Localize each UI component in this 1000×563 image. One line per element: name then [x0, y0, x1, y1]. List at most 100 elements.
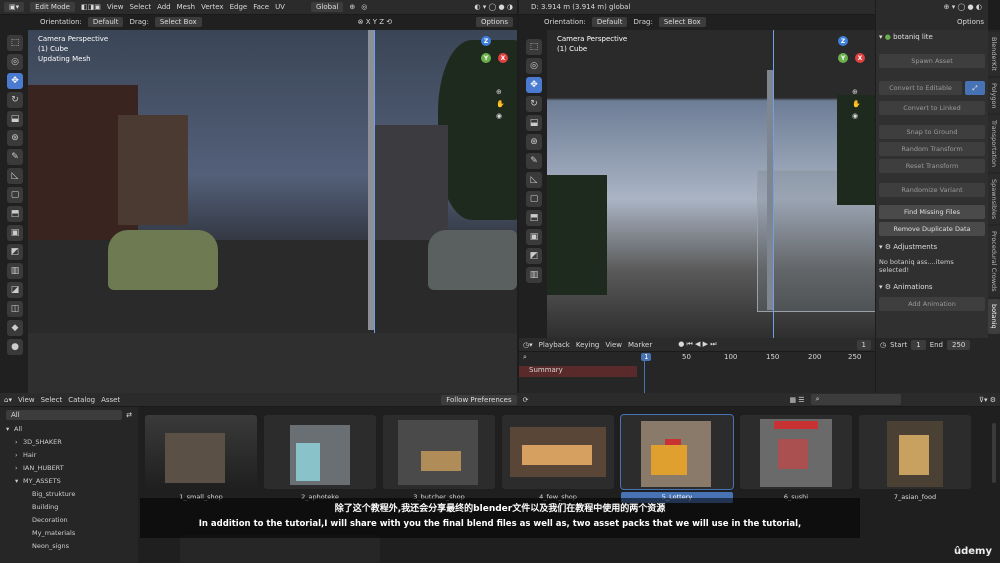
left-viewport[interactable]: ▣▾ Edit Mode ◧◨▣ View Select Add Mesh Ve… [0, 0, 517, 393]
catalog-item[interactable]: › Hair [6, 449, 138, 462]
move-tool-icon[interactable]: ✥ [526, 77, 542, 93]
knife-tool-icon[interactable]: ◪ [7, 282, 23, 298]
header-icons[interactable]: ⊕ ▾ ◯ ● ◐ [944, 3, 982, 11]
smooth-tool-icon[interactable]: ◆ [7, 320, 23, 336]
clock-icon[interactable]: ◷▾ [523, 341, 533, 349]
camera-icon[interactable]: ◉ [496, 112, 512, 120]
navigation-gizmo[interactable]: Z Y X [466, 36, 510, 80]
menu-view[interactable]: View [107, 3, 124, 11]
gizmo-x-axis[interactable]: X [855, 53, 865, 63]
menu-face[interactable]: Face [253, 3, 269, 11]
options-dropdown[interactable]: Options [957, 18, 984, 26]
loop-cut-tool-icon[interactable]: ▥ [526, 267, 542, 283]
catalog-item[interactable]: Neon_signs [6, 540, 138, 553]
gizmo-z-axis[interactable]: Z [838, 36, 848, 46]
asset-tile-few-shop[interactable]: 4_few_shop [502, 415, 614, 505]
navigation-gizmo[interactable]: Z Y X [823, 36, 867, 80]
asset-tile-sushi[interactable]: 6_sushi [740, 415, 852, 505]
tab-blenderkit[interactable]: BlenderKit [988, 32, 1000, 76]
tab-procedural-crowds[interactable]: Procedural Crowds [988, 226, 1000, 298]
adjustments-header[interactable]: ▾ ⚙ Adjustments [879, 240, 985, 254]
gizmo-y-axis[interactable]: Y [481, 53, 491, 63]
menu-edge[interactable]: Edge [230, 3, 248, 11]
menu-mesh[interactable]: Mesh [177, 3, 195, 11]
extrude-tool-icon[interactable]: ⬒ [526, 210, 542, 226]
menu-view[interactable]: View [605, 341, 622, 349]
extrude-tool-icon[interactable]: ⬒ [7, 206, 23, 222]
asset-tile-butcher-shop[interactable]: 3_butcher_shop [383, 415, 495, 505]
spawn-asset-button[interactable]: Spawn Asset [879, 54, 985, 68]
transform-tool-icon[interactable]: ⊛ [7, 130, 23, 146]
scale-tool-icon[interactable]: ⬓ [526, 115, 542, 131]
orientation-dropdown[interactable]: Default [87, 17, 124, 27]
viewport-scene[interactable] [28, 30, 517, 393]
convert-to-linked-button[interactable]: Convert to Linked [879, 101, 985, 115]
cursor-tool-icon[interactable]: ◎ [7, 54, 23, 70]
measure-tool-icon[interactable]: ◺ [7, 168, 23, 184]
select-mode-icons[interactable]: ◧◨▣ [81, 3, 101, 11]
catalog-item[interactable]: › 3D_SHAKER [6, 436, 138, 449]
reset-transform-button[interactable]: Reset Transform [879, 159, 985, 173]
menu-select[interactable]: Select [41, 396, 63, 404]
drag-dropdown[interactable]: Select Box [154, 17, 202, 27]
catalog-item[interactable]: ▾ All [6, 423, 138, 436]
catalog-options-icon[interactable]: ⇄ [126, 411, 132, 419]
convert-toggle-icon[interactable]: ⤢ [965, 81, 985, 95]
menu-catalog[interactable]: Catalog [68, 396, 95, 404]
mode-dropdown[interactable]: Edit Mode [30, 2, 75, 12]
add-animation-button[interactable]: Add Animation [879, 297, 985, 311]
select-box-tool-icon[interactable]: ⬚ [7, 35, 23, 51]
tab-spawnsibles[interactable]: Spawnsibles [988, 174, 1000, 225]
playback-controls[interactable]: ● ⏮ ◀ ▶ ⏭ [678, 340, 716, 349]
expand-arrow-icon[interactable]: ▾ [15, 475, 23, 488]
shrink-tool-icon[interactable]: ● [7, 339, 23, 355]
orientation-dropdown[interactable]: Default [591, 17, 628, 27]
snap-icon[interactable]: ⊕ [349, 3, 355, 11]
expand-arrow-icon[interactable]: › [15, 436, 23, 449]
library-dropdown[interactable]: Follow Preferences [441, 394, 517, 405]
gizmo-z-axis[interactable]: Z [481, 36, 491, 46]
current-frame-field[interactable]: 1 [856, 339, 871, 350]
playhead-line[interactable] [644, 353, 645, 393]
zoom-icon[interactable]: ⊕ [496, 88, 512, 96]
rotate-tool-icon[interactable]: ↻ [7, 92, 23, 108]
add-cube-tool-icon[interactable]: ▢ [526, 191, 542, 207]
asset-search-field[interactable]: ⌕ [810, 394, 901, 405]
menu-marker[interactable]: Marker [628, 341, 652, 349]
overlay-icon[interactable]: ◐ ▾ ◯ ● ◑ [474, 3, 513, 11]
summary-row[interactable]: Summary [519, 366, 637, 377]
options-dropdown[interactable]: Options [475, 17, 513, 27]
end-frame-field[interactable]: 250 [947, 340, 971, 350]
menu-asset[interactable]: Asset [101, 396, 120, 404]
view-toggle-icons[interactable]: ▦ ☰ [789, 396, 804, 404]
menu-playback[interactable]: Playback [539, 341, 570, 349]
editor-type-button[interactable]: ▣▾ [4, 2, 25, 12]
frame-marker-current[interactable]: 1 [641, 353, 652, 361]
menu-vertex[interactable]: Vertex [201, 3, 224, 11]
rotate-tool-icon[interactable]: ↻ [526, 96, 542, 112]
find-missing-files-button[interactable]: Find Missing Files [879, 205, 985, 219]
remove-duplicate-data-button[interactable]: Remove Duplicate Data [879, 222, 985, 236]
filter-icon[interactable]: ⊽▾ ⚙ [979, 396, 996, 404]
tab-botaniq[interactable]: botaniq [988, 299, 1000, 334]
catalog-item[interactable]: Big_strukture [6, 488, 138, 501]
asset-tile-small-shop[interactable]: 1_small_shop [145, 415, 257, 505]
add-cube-tool-icon[interactable]: ▢ [7, 187, 23, 203]
timeline-ruler[interactable]: ⌕ 1 50 100 150 200 250 [519, 353, 875, 365]
catalog-item[interactable]: ▾ MY_ASSETS [6, 475, 138, 488]
scrollbar[interactable] [992, 423, 996, 483]
asset-tile-aphoteke[interactable]: 2_aphoteke [264, 415, 376, 505]
select-box-tool-icon[interactable]: ⬚ [526, 39, 542, 55]
right-viewport[interactable]: D: 3.914 m (3.914 m) global Orientation:… [519, 0, 875, 338]
inset-tool-icon[interactable]: ▣ [526, 229, 542, 245]
menu-view[interactable]: View [18, 396, 35, 404]
annotate-tool-icon[interactable]: ✎ [526, 153, 542, 169]
transform-tool-icon[interactable]: ⊛ [526, 134, 542, 150]
botaniq-title[interactable]: ▾ ● botaniq lite [879, 30, 985, 44]
animations-header[interactable]: ▾ ⚙ Animations [879, 280, 985, 294]
menu-uv[interactable]: UV [275, 3, 285, 11]
annotate-tool-icon[interactable]: ✎ [7, 149, 23, 165]
pan-hand-icon[interactable]: ✋ [496, 100, 512, 108]
random-transform-button[interactable]: Random Transform [879, 142, 985, 156]
menu-select[interactable]: Select [129, 3, 151, 11]
